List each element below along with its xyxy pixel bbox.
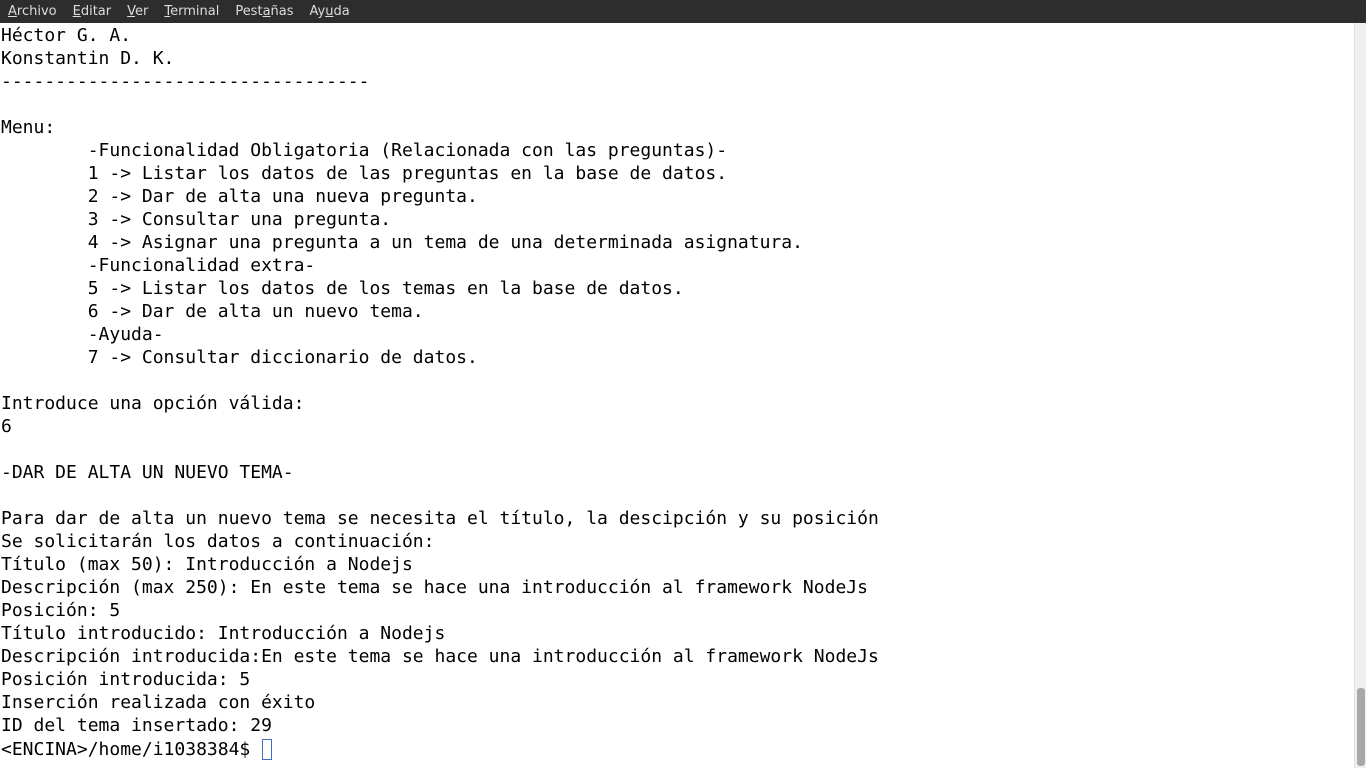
terminal-line: -Funcionalidad extra- — [1, 255, 316, 276]
menu-ayuda[interactable]: Ayuda — [302, 0, 358, 23]
vertical-scrollbar[interactable] — [1354, 23, 1366, 768]
menu-ayuda-pre: Ay — [309, 4, 326, 19]
menu-archivo-rest: rchivo — [16, 4, 57, 19]
terminal-line: Konstantin D. K. — [1, 48, 175, 69]
menu-pestanas[interactable]: Pestañas — [227, 0, 301, 23]
terminal-line: 2 -> Dar de alta una nueva pregunta. — [1, 186, 478, 207]
terminal-line: Para dar de alta un nuevo tema se necesi… — [1, 508, 879, 529]
terminal-line: 4 -> Asignar una pregunta a un tema de u… — [1, 232, 803, 253]
terminal-line: Título (max 50): Introducción a Nodejs — [1, 554, 413, 575]
terminal-line: Menu: — [1, 117, 56, 138]
terminal-line: ID del tema insertado: 29 — [1, 715, 272, 736]
menu-terminal-rest: erminal — [170, 4, 220, 19]
menu-editar-rest: ditar — [80, 4, 112, 19]
terminal-line: Introduce una opción válida: — [1, 393, 305, 414]
menu-pestanas-accel: a — [262, 4, 271, 19]
terminal-line: Inserción realizada con éxito — [1, 692, 316, 713]
terminal-area[interactable]: Héctor G. A. Konstantin D. K. ------------… — [0, 23, 1354, 768]
terminal-line: -Ayuda- — [1, 324, 164, 345]
terminal-line: Posición: 5 — [1, 600, 121, 621]
terminal-prompt-line[interactable]: <ENCINA>/home/i1038384$ — [0, 737, 1354, 761]
menu-ver[interactable]: Ver — [119, 0, 156, 23]
text-cursor — [262, 739, 273, 760]
scrollbar-thumb[interactable] — [1357, 688, 1365, 766]
menu-editar[interactable]: Editar — [65, 0, 120, 23]
terminal-line: Descripción (max 250): En este tema se h… — [1, 577, 868, 598]
terminal-line: 7 -> Consultar diccionario de datos. — [1, 347, 478, 368]
terminal-line: 6 -> Dar de alta un nuevo tema. — [1, 301, 424, 322]
menu-pestanas-pre: Pest — [235, 4, 263, 19]
terminal-line: Se solicitarán los datos a continuación: — [1, 531, 435, 552]
menu-archivo[interactable]: Archivo — [0, 0, 65, 23]
terminal-line: 1 -> Listar los datos de las preguntas e… — [1, 163, 728, 184]
terminal-line: ---------------------------------- — [1, 71, 370, 92]
terminal-line: Héctor G. A. — [1, 25, 132, 46]
terminal-line: Posición introducida: 5 — [1, 669, 251, 690]
terminal-line: 5 -> Listar los datos de los temas en la… — [1, 278, 684, 299]
terminal-line: 6 — [1, 416, 12, 437]
terminal-output: Héctor G. A. Konstantin D. K. ------------… — [0, 23, 1354, 737]
terminal-line: Título introducido: Introducción a Nodej… — [1, 623, 446, 644]
menu-ver-accel: V — [127, 4, 136, 19]
terminal-line: 3 -> Consultar una pregunta. — [1, 209, 392, 230]
menu-ayuda-post: da — [333, 4, 350, 19]
menu-archivo-accel: A — [8, 4, 17, 19]
menu-editar-accel: E — [72, 4, 81, 19]
terminal-line: -DAR DE ALTA UN NUEVO TEMA- — [1, 462, 294, 483]
menu-ver-rest: er — [135, 4, 149, 19]
menu-pestanas-post: ñas — [270, 4, 294, 19]
terminal-line: Descripción introducida:En este tema se … — [1, 646, 879, 667]
terminal-line: -Funcionalidad Obligatoria (Relacionada … — [1, 140, 728, 161]
menu-bar: Archivo Editar Ver Terminal Pestañas Ayu… — [0, 0, 1366, 23]
menu-terminal[interactable]: Terminal — [156, 0, 227, 23]
shell-prompt: <ENCINA>/home/i1038384$ — [1, 739, 262, 760]
